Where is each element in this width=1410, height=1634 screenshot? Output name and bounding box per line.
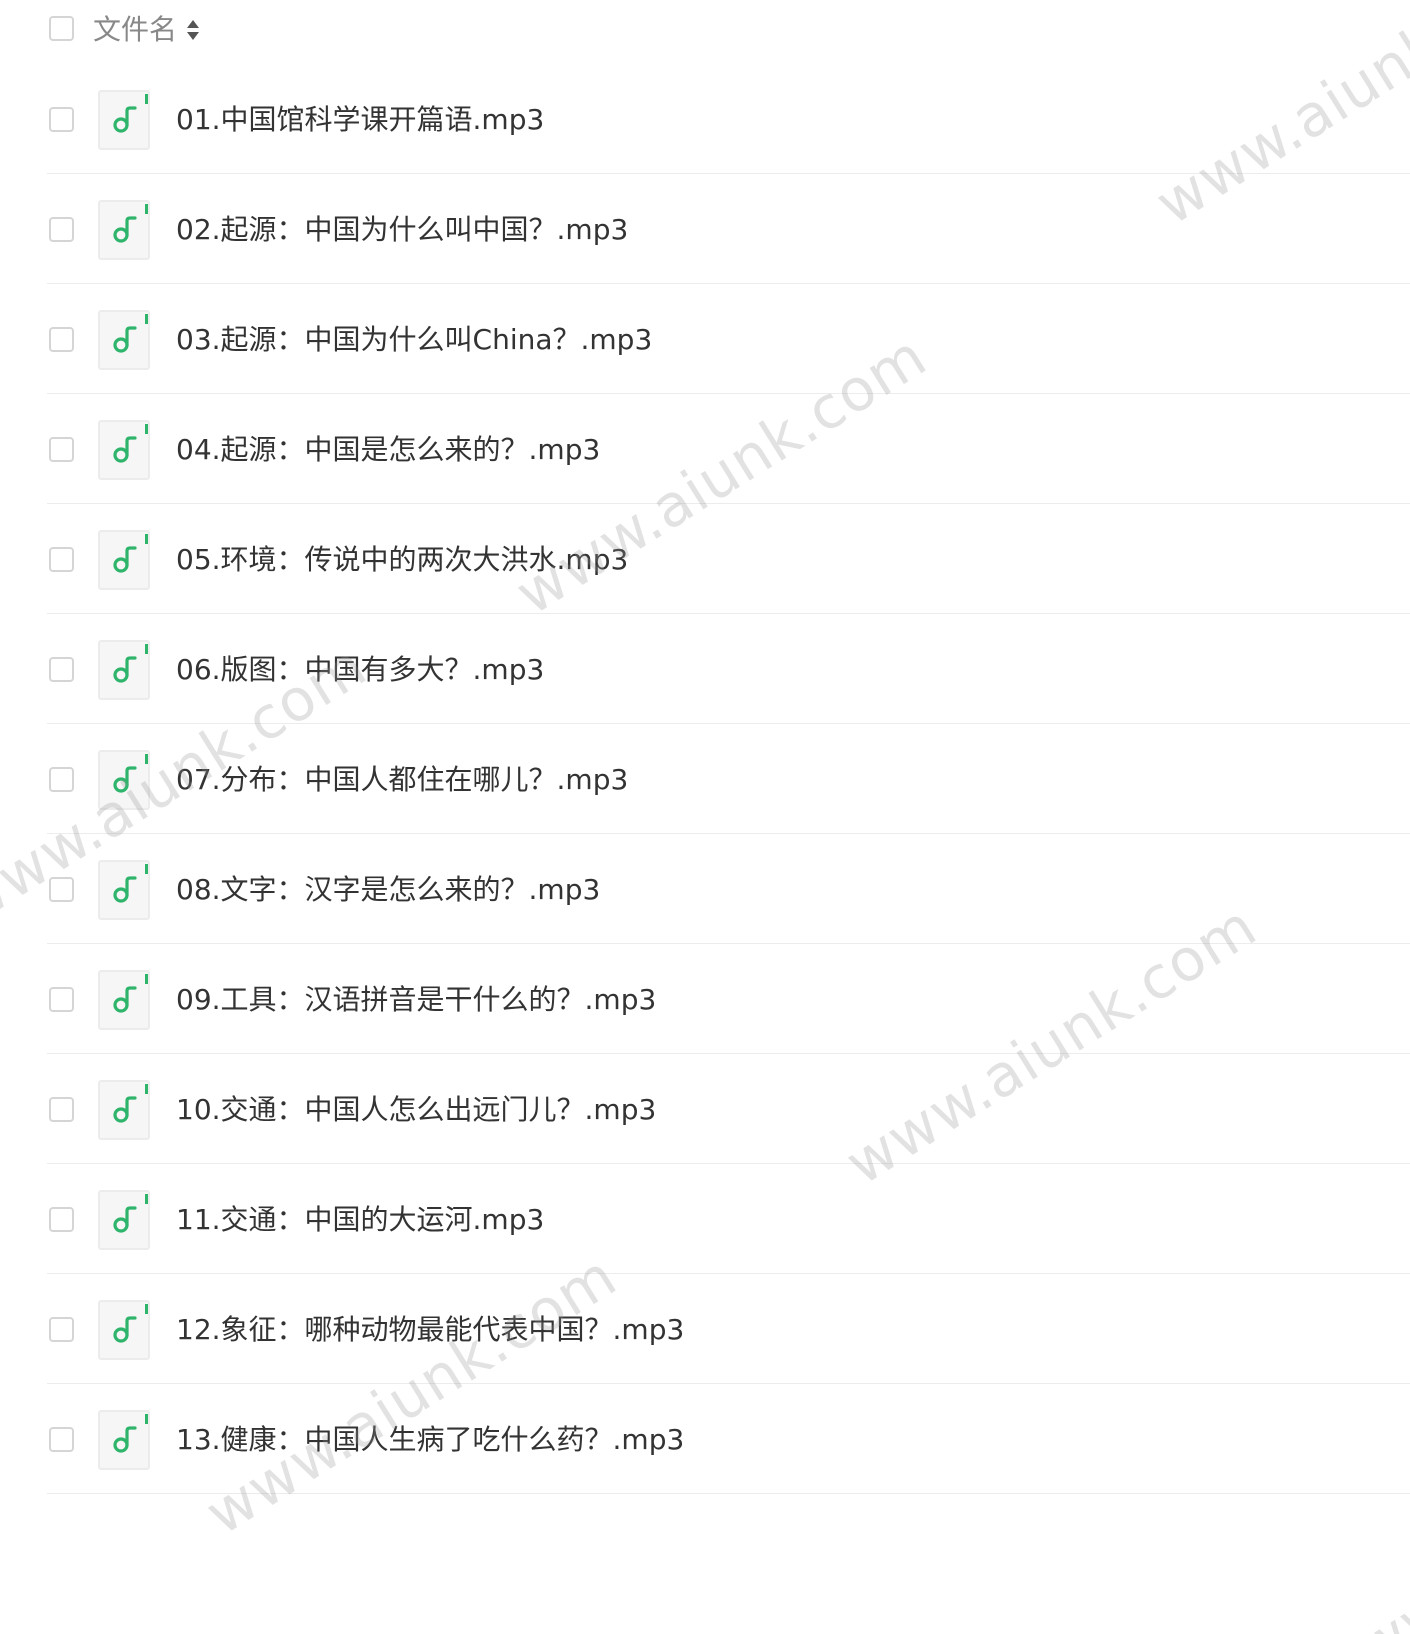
file-row[interactable]: 13.健康：中国人生病了吃什么药？.mp3 xyxy=(0,1384,1410,1494)
file-row[interactable]: 04.起源：中国是怎么来的？.mp3 xyxy=(0,394,1410,504)
file-name[interactable]: 02.起源：中国为什么叫中国？.mp3 xyxy=(176,210,628,250)
music-note-icon xyxy=(113,216,137,243)
music-note-icon xyxy=(113,436,137,463)
row-checkbox[interactable] xyxy=(49,1097,74,1122)
file-name[interactable]: 04.起源：中国是怎么来的？.mp3 xyxy=(176,430,600,470)
file-name[interactable]: 01.中国馆科学课开篇语.mp3 xyxy=(176,100,544,140)
row-checkbox[interactable] xyxy=(49,1317,74,1342)
filename-column-label: 文件名 xyxy=(93,13,178,46)
audio-file-icon xyxy=(98,200,150,260)
file-corner-mark xyxy=(145,1414,148,1424)
music-note-icon xyxy=(113,326,137,353)
file-name[interactable]: 05.环境：传说中的两次大洪水.mp3 xyxy=(176,540,628,580)
file-row[interactable]: 06.版图：中国有多大？.mp3 xyxy=(0,614,1410,724)
file-corner-mark xyxy=(145,314,148,324)
row-checkbox[interactable] xyxy=(49,217,74,242)
audio-file-icon xyxy=(98,860,150,920)
file-row[interactable]: 11.交通：中国的大运河.mp3 xyxy=(0,1164,1410,1274)
row-checkbox[interactable] xyxy=(49,547,74,572)
file-corner-mark xyxy=(145,1304,148,1314)
music-note-icon xyxy=(113,546,137,573)
audio-file-icon xyxy=(98,1300,150,1360)
file-corner-mark xyxy=(145,534,148,544)
file-row[interactable]: 08.文字：汉字是怎么来的？.mp3 xyxy=(0,834,1410,944)
file-row[interactable]: 05.环境：传说中的两次大洪水.mp3 xyxy=(0,504,1410,614)
file-row[interactable]: 09.工具：汉语拼音是干什么的？.mp3 xyxy=(0,944,1410,1054)
file-name[interactable]: 12.象征：哪种动物最能代表中国？.mp3 xyxy=(176,1310,684,1350)
audio-file-icon xyxy=(98,530,150,590)
file-name[interactable]: 09.工具：汉语拼音是干什么的？.mp3 xyxy=(176,980,656,1020)
file-corner-mark xyxy=(145,864,148,874)
file-row[interactable]: 12.象征：哪种动物最能代表中国？.mp3 xyxy=(0,1274,1410,1384)
audio-file-icon xyxy=(98,750,150,810)
row-checkbox[interactable] xyxy=(49,987,74,1012)
audio-file-icon xyxy=(98,970,150,1030)
music-note-icon xyxy=(113,656,137,683)
row-checkbox[interactable] xyxy=(49,1207,74,1232)
select-all-checkbox[interactable] xyxy=(49,16,74,41)
row-checkbox[interactable] xyxy=(49,1427,74,1452)
sort-up-down-icon xyxy=(187,18,200,42)
row-checkbox[interactable] xyxy=(49,327,74,352)
audio-file-icon xyxy=(98,420,150,480)
file-corner-mark xyxy=(145,424,148,434)
music-note-icon xyxy=(113,876,137,903)
file-name[interactable]: 08.文字：汉字是怎么来的？.mp3 xyxy=(176,870,600,910)
audio-file-icon xyxy=(98,90,150,150)
file-name[interactable]: 06.版图：中国有多大？.mp3 xyxy=(176,650,544,690)
music-note-icon xyxy=(113,1316,137,1343)
file-name[interactable]: 03.起源：中国为什么叫China？.mp3 xyxy=(176,320,652,360)
file-name[interactable]: 07.分布：中国人都住在哪儿？.mp3 xyxy=(176,760,628,800)
file-corner-mark xyxy=(145,644,148,654)
file-corner-mark xyxy=(145,974,148,984)
file-list-page: 文件名 01.中国馆科学课开篇语.mp3 02.起源：中国为什么叫中国？.mp3 0… xyxy=(0,0,1410,1634)
row-checkbox[interactable] xyxy=(49,437,74,462)
music-note-icon xyxy=(113,1426,137,1453)
file-corner-mark xyxy=(145,94,148,104)
sort-by-filename-header[interactable]: 文件名 xyxy=(93,10,200,50)
audio-file-icon xyxy=(98,1410,150,1470)
file-row[interactable]: 07.分布：中国人都住在哪儿？.mp3 xyxy=(0,724,1410,834)
file-row[interactable]: 03.起源：中国为什么叫China？.mp3 xyxy=(0,284,1410,394)
file-name[interactable]: 13.健康：中国人生病了吃什么药？.mp3 xyxy=(176,1420,684,1460)
file-corner-mark xyxy=(145,1084,148,1094)
file-corner-mark xyxy=(145,1194,148,1204)
music-note-icon xyxy=(113,986,137,1013)
row-checkbox[interactable] xyxy=(49,107,74,132)
row-checkbox[interactable] xyxy=(49,877,74,902)
row-checkbox[interactable] xyxy=(49,657,74,682)
audio-file-icon xyxy=(98,1190,150,1250)
file-row[interactable]: 10.交通：中国人怎么出远门儿？.mp3 xyxy=(0,1054,1410,1164)
row-checkbox[interactable] xyxy=(49,767,74,792)
file-row[interactable]: 02.起源：中国为什么叫中国？.mp3 xyxy=(0,174,1410,284)
audio-file-icon xyxy=(98,1080,150,1140)
file-corner-mark xyxy=(145,204,148,214)
music-note-icon xyxy=(113,1206,137,1233)
row-divider xyxy=(47,1493,1410,1494)
audio-file-icon xyxy=(98,310,150,370)
file-name[interactable]: 11.交通：中国的大运河.mp3 xyxy=(176,1200,544,1240)
music-note-icon xyxy=(113,766,137,793)
music-note-icon xyxy=(113,1096,137,1123)
file-name[interactable]: 10.交通：中国人怎么出远门儿？.mp3 xyxy=(176,1090,656,1130)
file-list: 01.中国馆科学课开篇语.mp3 02.起源：中国为什么叫中国？.mp3 03.起源… xyxy=(0,64,1410,1494)
file-corner-mark xyxy=(145,754,148,764)
audio-file-icon xyxy=(98,640,150,700)
music-note-icon xyxy=(113,106,137,133)
list-header: 文件名 xyxy=(0,0,1410,60)
file-row[interactable]: 01.中国馆科学课开篇语.mp3 xyxy=(0,64,1410,174)
